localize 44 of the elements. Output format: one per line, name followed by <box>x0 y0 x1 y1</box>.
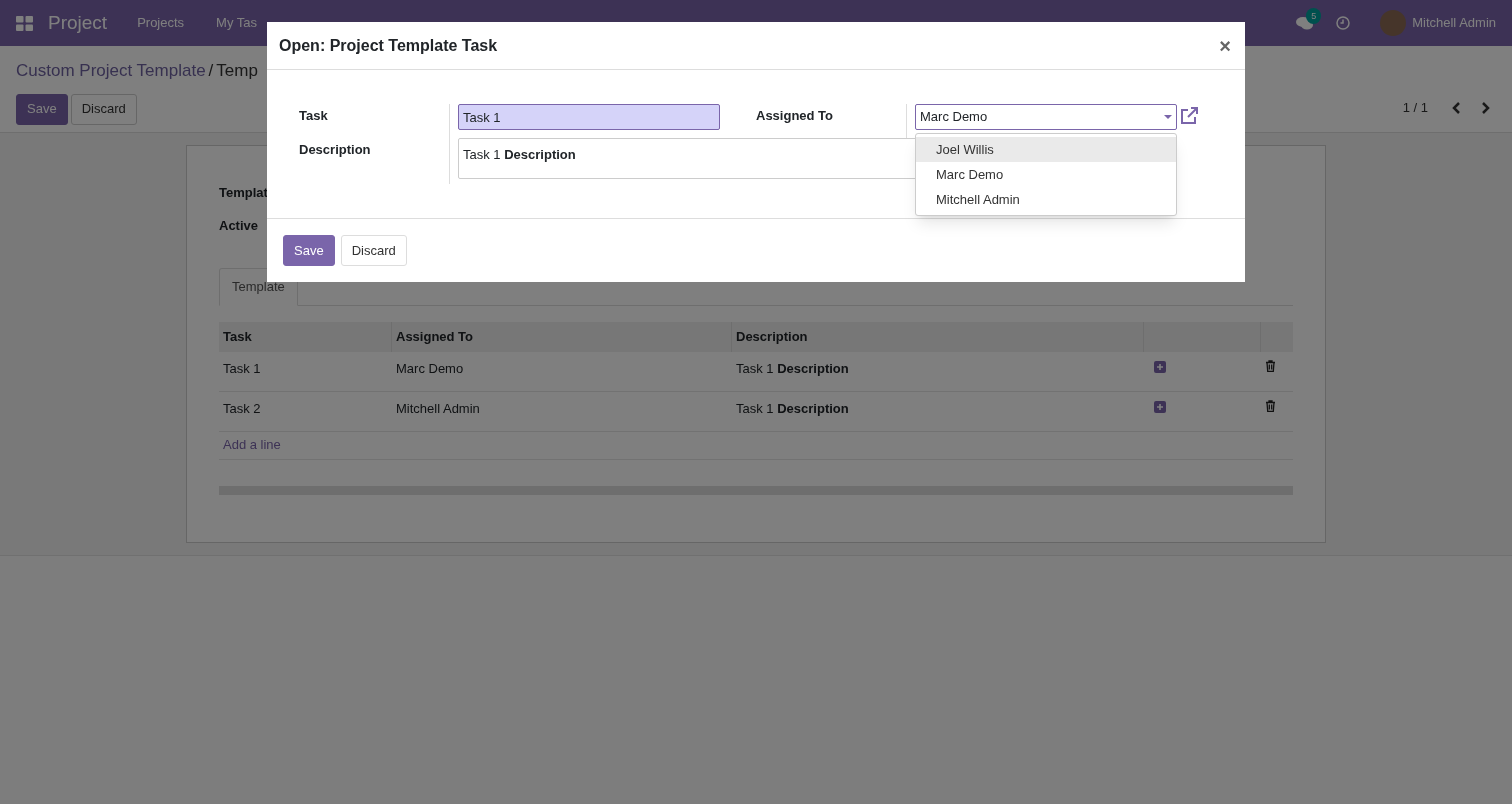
table-cell: Marc Demo <box>396 360 464 376</box>
trash-icon[interactable] <box>1265 359 1276 372</box>
field-label: Templat <box>219 185 268 200</box>
field-label: Description <box>299 141 371 159</box>
field-label: Assigned To <box>756 107 834 125</box>
field-label: Task <box>299 107 328 125</box>
save-button[interactable]: Save <box>16 93 68 125</box>
user-name[interactable]: Mitchell Admin <box>1412 13 1496 33</box>
discard-button[interactable]: Discard <box>340 235 407 266</box>
next-icon[interactable] <box>1480 101 1490 114</box>
external-link-icon[interactable] <box>1180 107 1198 125</box>
table-cell: Task 1 Description <box>736 400 849 416</box>
clock-icon[interactable] <box>1336 16 1351 30</box>
trash-icon[interactable] <box>1265 399 1276 412</box>
dropdown-option[interactable]: Joel Willis <box>916 137 1176 162</box>
column-header[interactable]: Description <box>736 326 808 347</box>
menu-item[interactable]: My Tas <box>216 13 258 33</box>
assignee-select[interactable]: Marc Demo <box>915 104 1177 130</box>
save-button[interactable]: Save <box>283 235 335 266</box>
counter-badge: 5 <box>1306 7 1322 24</box>
add-icon[interactable] <box>1154 360 1166 373</box>
table-cell: Task 1 <box>223 360 261 376</box>
dialog-title: Open: Project Template Task <box>279 35 499 56</box>
previous-icon[interactable] <box>1452 101 1462 114</box>
breadcrumb-item[interactable]: Custom Project Template <box>16 58 206 84</box>
apps-menu-icon[interactable] <box>16 15 33 31</box>
dropdown-option[interactable]: Mitchell Admin <box>916 187 1176 212</box>
table-cell: Mitchell Admin <box>396 400 480 416</box>
caret-icon <box>1164 115 1172 119</box>
column-header[interactable]: Assigned To <box>396 326 474 347</box>
table-cell: Task 2 <box>223 400 261 416</box>
discard-button[interactable]: Discard <box>70 93 137 125</box>
field-label: Active <box>219 218 259 233</box>
menu-item[interactable]: Projects <box>137 13 185 33</box>
pager-value: 1 / 1 <box>1402 99 1428 117</box>
breadcrumb-item: Temp <box>216 60 258 82</box>
close-button[interactable]: × <box>1217 35 1233 56</box>
app-name[interactable]: Project <box>48 8 108 38</box>
add-icon[interactable] <box>1154 400 1166 413</box>
add-line-link[interactable]: Add a line <box>223 435 281 455</box>
breadcrumb-separator: / <box>208 60 214 82</box>
table-cell: Task 1 Description <box>736 360 849 376</box>
task-input[interactable]: Task 1 <box>458 104 720 130</box>
column-header[interactable]: Task <box>223 326 252 347</box>
